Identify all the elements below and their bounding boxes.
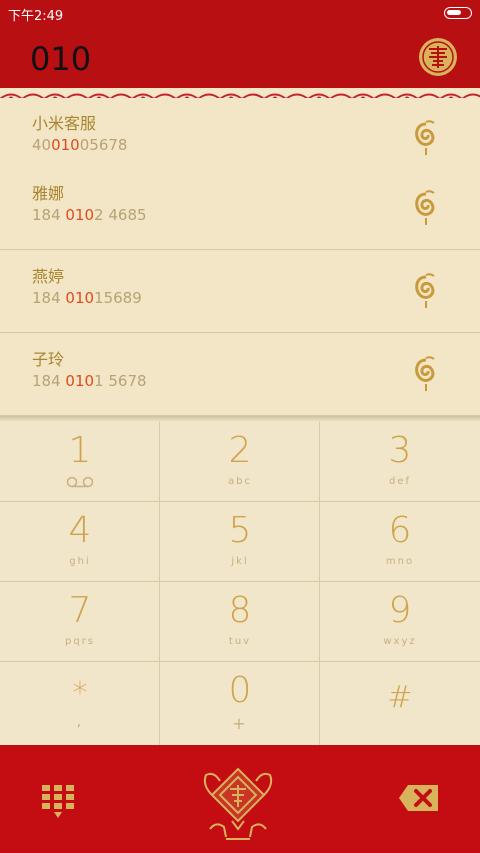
voicemail-icon bbox=[66, 476, 94, 488]
chinese-knot-icon[interactable] bbox=[412, 356, 440, 392]
dial-keypad: 1 2 abc 3 def 4 ghi 5 jkl 6 mno 7 pqrs 8… bbox=[0, 422, 480, 745]
key-2[interactable]: 2 abc bbox=[160, 422, 320, 502]
key-digit: 2 bbox=[228, 430, 252, 471]
key-letters: def bbox=[388, 476, 412, 487]
key-digit: 3 bbox=[388, 430, 412, 471]
key-3[interactable]: 3 def bbox=[320, 422, 480, 502]
contact-number: 4001005678 bbox=[32, 136, 128, 154]
contact-name: 小米客服 bbox=[32, 114, 97, 133]
contact-number: 184 0101 5678 bbox=[32, 372, 147, 390]
contact-row[interactable]: 燕婷 184 01015689 bbox=[0, 251, 480, 333]
contact-name: 雅娜 bbox=[32, 184, 65, 203]
number-match-highlight: 010 bbox=[51, 136, 80, 154]
key-0[interactable]: 0 + bbox=[160, 662, 320, 745]
chinese-knot-icon[interactable] bbox=[412, 120, 440, 156]
key-digit: 8 bbox=[228, 590, 252, 631]
contact-suggestion-list: 小米客服 4001005678 雅娜 184 0102 4685 燕婷 184 … bbox=[0, 98, 480, 418]
key-digit: 1 bbox=[68, 430, 92, 471]
key-letters: wxyz bbox=[383, 636, 417, 647]
dial-header: 010 bbox=[0, 26, 480, 88]
key-hash[interactable]: # bbox=[320, 662, 480, 745]
key-letters: , bbox=[76, 714, 84, 730]
key-digit: # bbox=[387, 680, 413, 715]
key-digit: 6 bbox=[388, 510, 412, 551]
bottom-action-bar bbox=[0, 745, 480, 853]
chinese-knot-icon[interactable] bbox=[412, 190, 440, 226]
number-match-highlight: 010 bbox=[65, 289, 95, 307]
key-5[interactable]: 5 jkl bbox=[160, 502, 320, 582]
backspace-icon[interactable] bbox=[398, 783, 440, 813]
fu-goat-emblem-icon[interactable] bbox=[196, 763, 280, 843]
contact-name: 子玲 bbox=[32, 350, 65, 369]
dialpad-grid-icon[interactable] bbox=[42, 785, 74, 819]
key-letters: + bbox=[232, 714, 248, 733]
key-letters: abc bbox=[228, 476, 252, 487]
shou-emblem-icon[interactable] bbox=[418, 37, 458, 77]
key-digit: 0 bbox=[228, 670, 252, 711]
key-digit: 4 bbox=[68, 510, 92, 551]
key-letters: pqrs bbox=[64, 636, 96, 647]
key-9[interactable]: 9 wxyz bbox=[320, 582, 480, 662]
number-match-highlight: 010 bbox=[65, 206, 95, 224]
chinese-knot-icon[interactable] bbox=[412, 273, 440, 309]
contact-name: 燕婷 bbox=[32, 267, 65, 286]
key-digit: 5 bbox=[228, 510, 252, 551]
key-letters: mno bbox=[385, 556, 415, 567]
status-time: 下午2:49 bbox=[8, 9, 64, 24]
key-1[interactable]: 1 bbox=[0, 422, 160, 502]
key-digit: 9 bbox=[388, 590, 412, 631]
contact-number: 184 01015689 bbox=[32, 289, 142, 307]
status-bar: 下午2:49 bbox=[0, 0, 480, 26]
key-star[interactable]: * , bbox=[0, 662, 160, 745]
number-match-highlight: 010 bbox=[65, 372, 95, 390]
key-digit: 7 bbox=[68, 590, 92, 631]
key-digit: * bbox=[72, 676, 88, 711]
key-letters: tuv bbox=[228, 636, 252, 647]
key-letters: ghi bbox=[69, 556, 91, 567]
contact-row[interactable]: 子玲 184 0101 5678 bbox=[0, 334, 480, 416]
key-7[interactable]: 7 pqrs bbox=[0, 582, 160, 662]
dialed-number: 010 bbox=[30, 40, 92, 78]
key-6[interactable]: 6 mno bbox=[320, 502, 480, 582]
battery-icon bbox=[444, 7, 472, 19]
key-8[interactable]: 8 tuv bbox=[160, 582, 320, 662]
key-4[interactable]: 4 ghi bbox=[0, 502, 160, 582]
contact-row[interactable]: 雅娜 184 0102 4685 bbox=[0, 168, 480, 250]
key-letters: jkl bbox=[231, 556, 249, 567]
contact-number: 184 0102 4685 bbox=[32, 206, 147, 224]
